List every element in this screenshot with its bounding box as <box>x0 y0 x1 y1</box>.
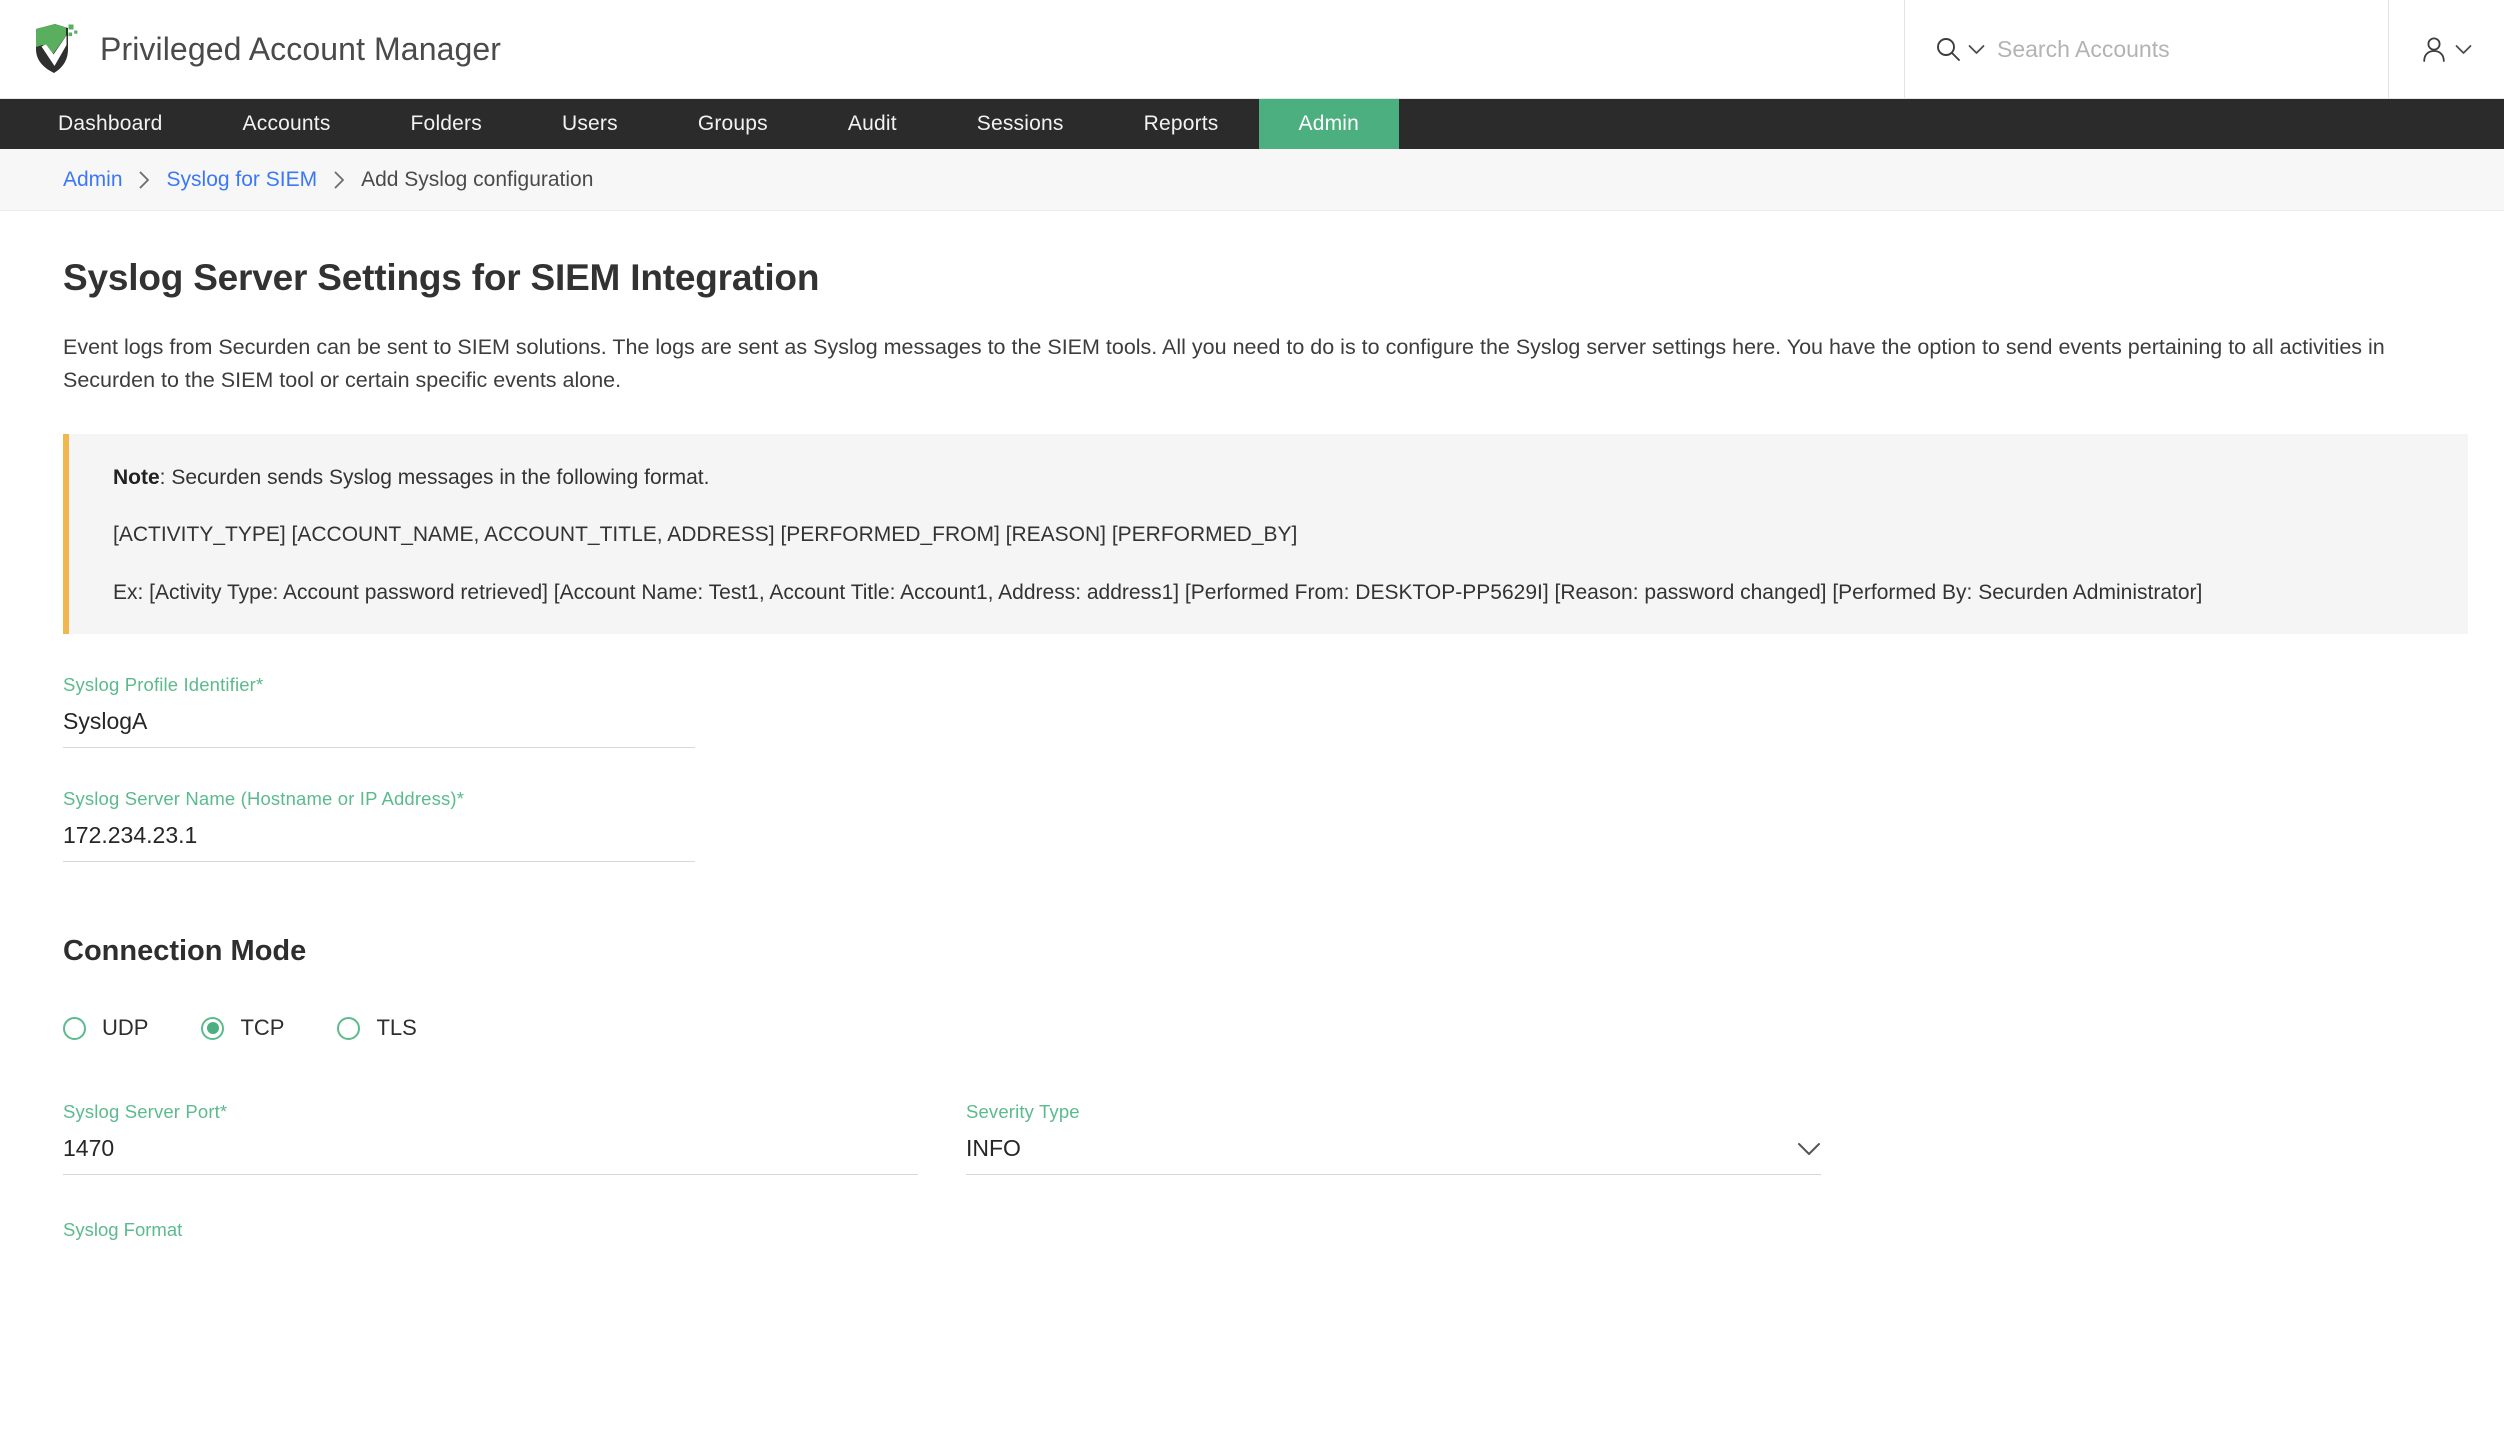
severity-type-label: Severity Type <box>966 1101 1080 1123</box>
nav-item-folders[interactable]: Folders <box>371 99 522 149</box>
radio-option-tls[interactable]: TLS <box>337 1015 417 1041</box>
syslog-server-name-input[interactable] <box>63 822 695 850</box>
breadcrumb-item-current: Add Syslog configuration <box>361 167 594 191</box>
severity-type-value: INFO <box>966 1135 1021 1162</box>
nav-item-dashboard[interactable]: Dashboard <box>18 99 203 149</box>
search-icon <box>1935 36 1961 62</box>
top-header: Privileged Account Manager <box>0 0 2504 99</box>
syslog-format-label: Syslog Format <box>63 1219 183 1241</box>
main-navigation: Dashboard Accounts Folders Users Groups … <box>0 99 2504 149</box>
syslog-server-name-input-wrap <box>63 818 695 863</box>
severity-type-select[interactable]: INFO <box>966 1131 1821 1176</box>
nav-item-reports[interactable]: Reports <box>1104 99 1259 149</box>
note-intro: Note: Securden sends Syslog messages in … <box>113 462 2424 494</box>
field-syslog-profile-identifier: Syslog Profile Identifier* <box>63 674 2468 749</box>
breadcrumb-item-admin[interactable]: Admin <box>63 168 123 192</box>
syslog-profile-identifier-input[interactable] <box>63 708 695 736</box>
radio-label-tcp: TCP <box>240 1015 285 1041</box>
chevron-down-icon <box>1968 44 1985 55</box>
user-menu-button[interactable] <box>2388 0 2504 98</box>
page-content: Syslog Server Settings for SIEM Integrat… <box>0 257 2504 635</box>
radio-circle-tcp <box>201 1016 225 1040</box>
syslog-server-port-input[interactable] <box>63 1135 918 1163</box>
note-intro-text: : Securden sends Syslog messages in the … <box>159 465 710 489</box>
radio-label-tls: TLS <box>376 1015 417 1041</box>
nav-item-accounts[interactable]: Accounts <box>203 99 371 149</box>
shield-logo-icon <box>32 23 78 75</box>
chevron-right-icon <box>123 170 167 190</box>
field-severity-type: Severity Type INFO <box>966 1101 1821 1176</box>
brand-title: Privileged Account Manager <box>100 30 502 67</box>
search-zone <box>1904 0 2388 98</box>
chevron-right-icon <box>317 170 361 190</box>
syslog-settings-form: Syslog Profile Identifier* Syslog Server… <box>0 674 2504 1241</box>
nav-item-users[interactable]: Users <box>522 99 658 149</box>
note-label: Note <box>113 465 160 489</box>
nav-item-groups[interactable]: Groups <box>658 99 808 149</box>
chevron-down-icon <box>1797 1142 1821 1156</box>
radio-circle-tls <box>337 1016 361 1040</box>
field-syslog-server-name: Syslog Server Name (Hostname or IP Addre… <box>63 788 2468 863</box>
search-input[interactable] <box>1997 31 2388 67</box>
radio-circle-udp <box>63 1016 86 1040</box>
breadcrumb-item-syslog-for-siem[interactable]: Syslog for SIEM <box>167 168 318 192</box>
syslog-profile-identifier-input-wrap <box>63 704 695 749</box>
field-syslog-server-port: Syslog Server Port* <box>63 1101 918 1176</box>
syslog-server-port-label: Syslog Server Port* <box>63 1101 228 1123</box>
port-severity-row: Syslog Server Port* Severity Type INFO <box>63 1101 2468 1176</box>
brand: Privileged Account Manager <box>0 0 501 98</box>
radio-option-tcp[interactable]: TCP <box>201 1015 284 1041</box>
page-description: Event logs from Securden can be sent to … <box>63 335 2385 393</box>
connection-mode-radio-group: UDP TCP TLS <box>63 1015 2468 1041</box>
syslog-server-name-label: Syslog Server Name (Hostname or IP Addre… <box>63 788 465 810</box>
search-scope-button[interactable] <box>1935 36 1985 62</box>
note-box: Note: Securden sends Syslog messages in … <box>63 433 2468 635</box>
connection-mode-heading: Connection Mode <box>63 935 307 968</box>
user-icon <box>2421 36 2447 63</box>
note-example-line: Ex: [Activity Type: Account password ret… <box>113 580 2203 604</box>
radio-option-udp[interactable]: UDP <box>63 1015 148 1041</box>
syslog-profile-identifier-label: Syslog Profile Identifier* <box>63 674 264 696</box>
nav-item-audit[interactable]: Audit <box>808 99 937 149</box>
chevron-down-icon <box>2455 44 2472 55</box>
nav-item-admin[interactable]: Admin <box>1258 99 1400 149</box>
page-title: Syslog Server Settings for SIEM Integrat… <box>63 257 820 298</box>
breadcrumb: Admin Syslog for SIEM Add Syslog configu… <box>0 149 2504 211</box>
radio-label-udp: UDP <box>102 1015 149 1041</box>
header-spacer <box>501 0 1904 98</box>
note-format-line: [ACTIVITY_TYPE] [ACCOUNT_NAME, ACCOUNT_T… <box>113 523 1298 547</box>
syslog-server-port-input-wrap <box>63 1131 918 1176</box>
nav-item-sessions[interactable]: Sessions <box>937 99 1104 149</box>
